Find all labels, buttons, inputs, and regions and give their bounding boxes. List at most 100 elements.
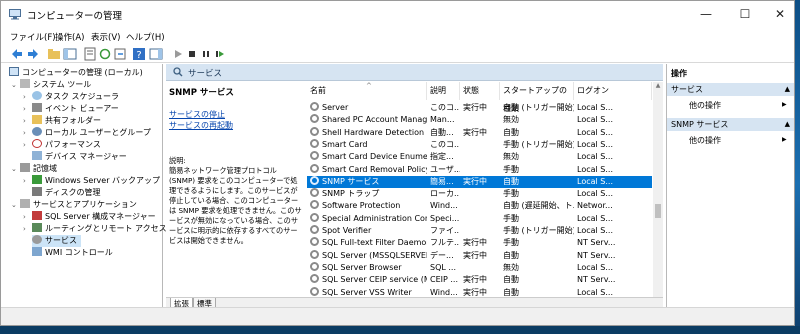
back-arrow-icon[interactable]: [10, 47, 24, 61]
up-folder-icon[interactable]: [47, 47, 61, 61]
title-bar[interactable]: コンピューターの管理 — ☐ ✕: [1, 1, 794, 27]
vertical-scrollbar[interactable]: ▲ ▼: [653, 82, 663, 309]
performance-icon: [32, 139, 42, 148]
forward-arrow-icon[interactable]: [26, 47, 40, 61]
table-row[interactable]: Server このコ... 実行中 自動 (トリガー開始) Local S...: [307, 102, 652, 114]
show-hide-tree-icon[interactable]: [63, 47, 77, 61]
stop-service-link[interactable]: サービスの停止: [169, 109, 225, 120]
pause-service-icon[interactable]: [199, 47, 213, 61]
maximize-button[interactable]: ☐: [735, 5, 755, 23]
collapse-arrow-icon[interactable]: ▲: [785, 118, 790, 131]
restart-service-icon[interactable]: [213, 47, 227, 61]
table-row[interactable]: Smart Card Removal Policy ユーザ... 手動 Local S…: [307, 163, 652, 176]
column-header-startup-type[interactable]: スタートアップの種類: [500, 82, 574, 113]
tree-item-storage[interactable]: ⌄ 記憶域: [11, 163, 57, 175]
tree-item-windows-server-backup[interactable]: › Windows Server バックアップ: [23, 175, 160, 187]
tree-item-disk-management[interactable]: ディスクの管理: [32, 187, 100, 199]
service-desc-cell: Speci...: [430, 213, 460, 223]
collapse-arrow-icon[interactable]: ▲: [785, 83, 790, 96]
table-row[interactable]: SQL Server (MSSQLSERVER) デー... 実行中 自動 NT Ser…: [307, 249, 652, 262]
table-row[interactable]: Spot Verifier ファイ... 手動 (トリガー開始) Local S...: [307, 225, 652, 237]
scroll-up-icon[interactable]: ▲: [653, 82, 663, 92]
table-row[interactable]: SNMP サービス 簡易... 実行中 自動 Local S...: [307, 175, 652, 188]
table-row[interactable]: Shared PC Account Manager Man... 無効 Local S…: [307, 114, 652, 126]
table-row[interactable]: SQL Server Browser SQL ... 無効 Local S...: [307, 261, 652, 274]
start-service-icon[interactable]: [171, 47, 185, 61]
tree-item-services[interactable]: サービス: [32, 235, 81, 247]
menu-file[interactable]: ファイル(F): [10, 31, 56, 43]
sql-config-icon: [32, 211, 42, 220]
chevron-right-icon[interactable]: ›: [23, 91, 32, 103]
table-row[interactable]: SQL Full-text Filter Daemon ...フルテ...実行中…: [307, 237, 652, 249]
tree-item-shared-folders[interactable]: › 共有フォルダー: [23, 115, 101, 127]
column-header-status[interactable]: 状態: [460, 82, 500, 100]
chevron-down-icon[interactable]: ⌄: [11, 79, 20, 91]
tree-item-label: サービス: [45, 236, 77, 245]
navigation-tree: コンピューターの管理 (ローカル) ⌄ システム ツール › タスク スケジューラ …: [1, 64, 167, 319]
device-manager-icon: [32, 151, 42, 160]
tree-item-device-manager[interactable]: デバイス マネージャー: [32, 151, 127, 163]
tree-item-performance[interactable]: › パフォーマンス: [23, 139, 101, 151]
gear-icon: [310, 175, 319, 185]
table-row[interactable]: Special Administration Cons...Speci... 手動…: [307, 212, 652, 225]
sort-ascending-icon: ^: [366, 82, 372, 90]
show-action-pane-icon[interactable]: [149, 47, 163, 61]
tree-item-event-viewer[interactable]: › イベント ビューアー: [23, 103, 119, 115]
menu-action[interactable]: 操作(A): [55, 31, 84, 43]
service-description: 簡易ネットワーク管理プロトコル (SNMP) 要求をこのコンピューターで処理でき…: [169, 166, 302, 245]
menu-view[interactable]: 表示(V): [91, 31, 120, 43]
chevron-right-icon[interactable]: ›: [23, 127, 32, 139]
service-desc-cell: Wind...: [430, 201, 458, 211]
chevron-down-icon[interactable]: ⌄: [11, 163, 20, 175]
service-desc-cell: このコ...: [430, 139, 460, 149]
scrollbar-thumb[interactable]: [655, 204, 661, 218]
tree-item-wmi-control[interactable]: WMI コントロール: [32, 247, 113, 259]
more-actions-snmp[interactable]: 他の操作 ▶: [689, 135, 787, 146]
column-header-logon[interactable]: ログオン: [574, 82, 652, 100]
tree-item-system-tools[interactable]: ⌄ システム ツール: [11, 79, 91, 91]
tree-item-label: ルーティングとリモート アクセス: [45, 224, 167, 233]
chevron-down-icon[interactable]: ⌄: [11, 199, 20, 211]
pane-header: サービス: [166, 64, 663, 81]
column-header-description[interactable]: 説明: [427, 82, 460, 100]
minimize-button[interactable]: —: [696, 5, 716, 23]
close-button[interactable]: ✕: [770, 5, 790, 23]
table-row[interactable]: SNMP トラップ ローカ... 手動 Local S...: [307, 188, 652, 200]
tree-item-sql-server-config[interactable]: › SQL Server 構成マネージャー: [23, 211, 156, 223]
table-row[interactable]: Smart Card Device Enumera...指定... 無効 Local…: [307, 151, 652, 163]
tree-item-routing-remote-access[interactable]: › ルーティングとリモート アクセス: [23, 223, 167, 235]
actions-section-snmp[interactable]: SNMP サービス ▲: [667, 118, 794, 131]
service-logon-cell: Local S...: [577, 213, 613, 223]
chevron-right-icon[interactable]: ›: [23, 211, 32, 223]
shared-folder-icon: [32, 115, 42, 124]
chevron-right-icon[interactable]: ›: [23, 115, 32, 127]
chevron-right-icon[interactable]: ›: [23, 103, 32, 115]
refresh-icon[interactable]: [98, 47, 112, 61]
chevron-right-icon[interactable]: ›: [23, 175, 32, 187]
table-row[interactable]: Smart Card このコ... 手動 (トリガー開始) Local S...: [307, 138, 652, 151]
tree-item-local-users-groups[interactable]: › ローカル ユーザーとグループ: [23, 127, 151, 139]
more-actions-services[interactable]: 他の操作 ▶: [689, 100, 787, 111]
restart-service-link[interactable]: サービスの再起動: [169, 120, 233, 131]
actions-section-services[interactable]: サービス ▲: [667, 83, 794, 96]
table-row[interactable]: Software Protection Wind... 自動 (遅延開始、ト... N…: [307, 200, 652, 212]
status-bar: [1, 307, 794, 325]
help-icon[interactable]: ?: [132, 47, 146, 61]
menu-help[interactable]: ヘルプ(H): [126, 31, 165, 43]
table-row[interactable]: SQL Server CEIP service (MS...CEIP ... 実行…: [307, 274, 652, 286]
chevron-right-icon[interactable]: ›: [23, 139, 32, 151]
gear-icon: [310, 200, 319, 210]
tree-item-computer-management-local[interactable]: コンピューターの管理 (ローカル): [9, 67, 143, 79]
services-pane: サービス SNMP サービス サービスの停止 サービスの再起動 説明: 簡易ネッ…: [166, 64, 663, 309]
chevron-right-icon[interactable]: ›: [23, 223, 32, 235]
tree-item-services-and-applications[interactable]: ⌄ サービスとアプリケーション: [11, 199, 137, 211]
service-name-cell: SQL Server CEIP service (MS...: [310, 274, 427, 286]
service-name: SNMP トラップ: [322, 189, 380, 199]
table-row[interactable]: Shell Hardware Detection 自動... 実行中 自動 Local …: [307, 126, 652, 139]
tree-item-task-scheduler[interactable]: › タスク スケジューラ: [23, 91, 119, 103]
stop-service-icon[interactable]: [185, 47, 199, 61]
gear-icon: [310, 188, 319, 198]
export-list-icon[interactable]: [113, 47, 127, 61]
properties-icon[interactable]: [83, 47, 97, 61]
service-logon-cell: Local S...: [577, 262, 613, 272]
